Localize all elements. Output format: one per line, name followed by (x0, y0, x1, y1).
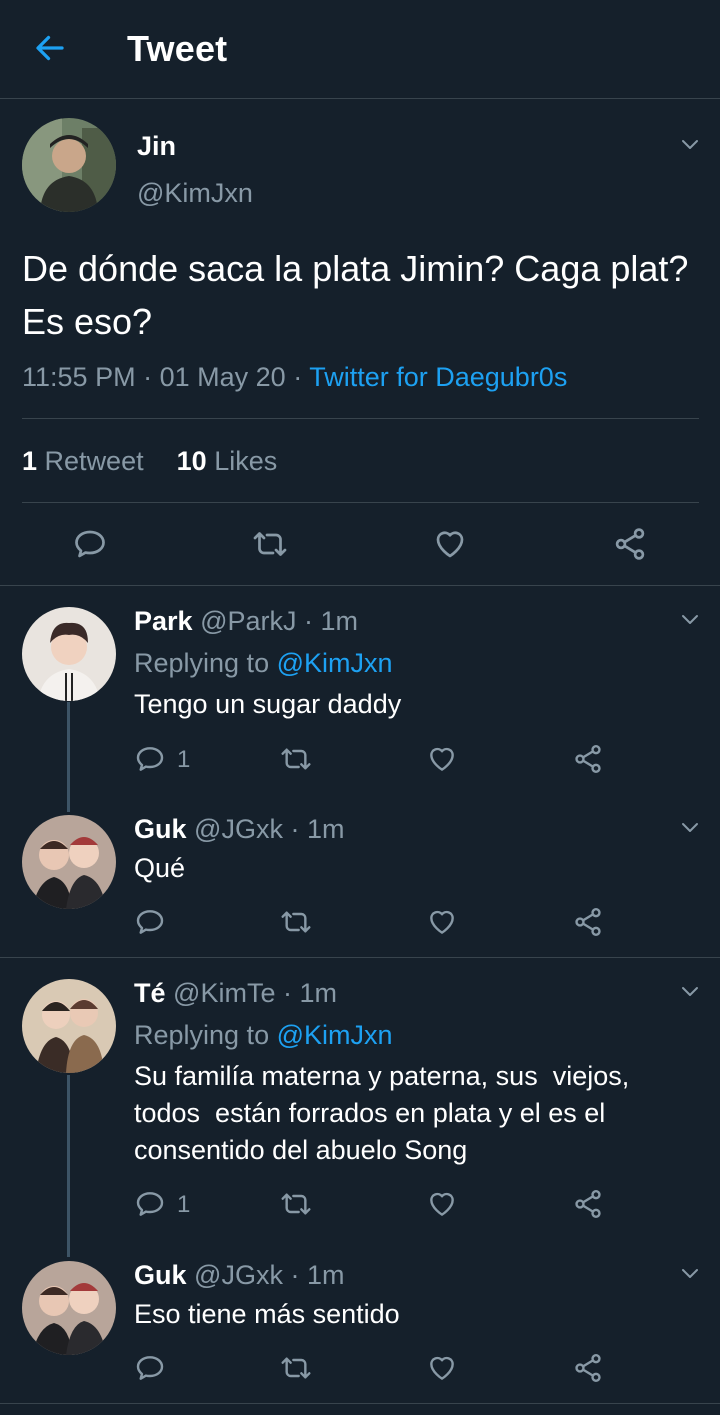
share-icon[interactable] (612, 526, 648, 562)
reply-icon[interactable] (134, 906, 166, 938)
reply-icon[interactable] (134, 1352, 166, 1384)
likes-stat[interactable]: 10 Likes (177, 446, 278, 476)
page-title: Tweet (127, 28, 228, 69)
divider (0, 957, 720, 958)
reply-author-handle[interactable]: @KimTe (173, 978, 275, 1008)
chevron-down-icon[interactable] (678, 132, 702, 156)
chevron-down-icon[interactable] (678, 815, 702, 839)
reply-text: Eso tiene más sentido (134, 1299, 400, 1329)
author-handle[interactable]: @KimJxn (137, 178, 253, 209)
replying-to-label: Replying to (134, 648, 270, 678)
tweet-stats: 1 Retweet 10 Likes (22, 446, 277, 477)
share-icon[interactable] (572, 1352, 604, 1384)
divider (0, 1403, 720, 1404)
replying-to-label: Replying to (134, 1020, 270, 1050)
reply-author-handle[interactable]: @JGxk (194, 1260, 283, 1290)
retweets-label: Retweet (44, 446, 144, 476)
reply-text: Su familía materna y paterna, sus viejos… (134, 1058, 694, 1169)
reply-icon[interactable] (134, 743, 166, 775)
reply-header: Té @KimTe · 1m (134, 978, 337, 1009)
replying-to: Replying to @KimJxn (134, 648, 393, 679)
reply-header: Guk @JGxk · 1m (134, 1260, 344, 1291)
reply-time: · 1m (282, 978, 337, 1008)
chevron-down-icon[interactable] (678, 1261, 702, 1285)
like-icon[interactable] (432, 526, 468, 562)
meta-separator: · (293, 362, 303, 392)
reply-time: · 1m (290, 1260, 345, 1290)
share-icon[interactable] (572, 743, 604, 775)
avatar[interactable] (22, 607, 116, 701)
reply-header: Park @ParkJ · 1m (134, 606, 358, 637)
replying-to: Replying to @KimJxn (134, 1020, 393, 1051)
reply-time: · 1m (290, 814, 345, 844)
likes-label: Likes (214, 446, 278, 476)
thread-line (67, 702, 70, 812)
retweets-stat[interactable]: 1 Retweet (22, 446, 144, 476)
retweet-icon[interactable] (280, 743, 312, 775)
reply-icon[interactable] (72, 526, 108, 562)
avatar[interactable] (22, 815, 116, 909)
reply-author-name[interactable]: Park (134, 606, 193, 636)
retweet-icon[interactable] (280, 1352, 312, 1384)
retweet-icon[interactable] (280, 906, 312, 938)
reply-text-line: todos están forrados en plata y el es el (134, 1098, 606, 1128)
likes-count: 10 (176, 446, 207, 476)
reply-author-name[interactable]: Guk (134, 1260, 187, 1290)
back-arrow-icon[interactable] (32, 30, 68, 66)
avatar[interactable] (22, 118, 116, 212)
like-icon[interactable] (426, 1352, 458, 1384)
divider (0, 585, 720, 586)
reply-text: Tengo un sugar daddy (134, 689, 402, 719)
divider (22, 502, 699, 503)
reply-count: 1 (177, 1191, 191, 1218)
reply-text: Qué (134, 853, 186, 883)
retweet-icon[interactable] (252, 526, 288, 562)
tweet-text: De dónde saca la plata Jimin? Caga plat?… (22, 248, 689, 342)
thread-line (67, 1075, 70, 1257)
retweets-count: 1 (22, 446, 38, 476)
like-icon[interactable] (426, 906, 458, 938)
like-icon[interactable] (426, 743, 458, 775)
replying-to-link[interactable]: @KimJxn (277, 1020, 393, 1050)
chevron-down-icon[interactable] (678, 979, 702, 1003)
divider (22, 418, 699, 419)
reply-author-name[interactable]: Té (134, 978, 166, 1008)
avatar[interactable] (22, 979, 116, 1073)
reply-header: Guk @JGxk · 1m (134, 814, 344, 845)
top-bar (0, 0, 720, 99)
reply-time: · 1m (304, 606, 359, 636)
tweet-meta: 11:55 PM · 01 May 20 · Twitter for Daegu… (22, 362, 567, 393)
share-icon[interactable] (572, 906, 604, 938)
author-name[interactable]: Jin (137, 131, 176, 162)
reply-author-handle[interactable]: @JGxk (194, 814, 283, 844)
reply-icon[interactable] (134, 1188, 166, 1220)
reply-author-name[interactable]: Guk (134, 814, 187, 844)
like-icon[interactable] (426, 1188, 458, 1220)
chevron-down-icon[interactable] (678, 607, 702, 631)
tweet-time: 11:55 PM (22, 362, 136, 392)
tweet-source-link[interactable]: Twitter for Daegubr0s (309, 362, 567, 392)
meta-separator: · (143, 362, 153, 392)
retweet-icon[interactable] (280, 1188, 312, 1220)
avatar[interactable] (22, 1261, 116, 1355)
reply-count: 1 (177, 746, 191, 773)
reply-text-line: consentido del abuelo Song (134, 1135, 468, 1165)
share-icon[interactable] (572, 1188, 604, 1220)
replying-to-link[interactable]: @KimJxn (277, 648, 393, 678)
reply-text-line: Su familía materna y paterna, sus viejos… (134, 1061, 630, 1091)
tweet-date: 01 May 20 (159, 362, 286, 392)
reply-author-handle[interactable]: @ParkJ (200, 606, 296, 636)
